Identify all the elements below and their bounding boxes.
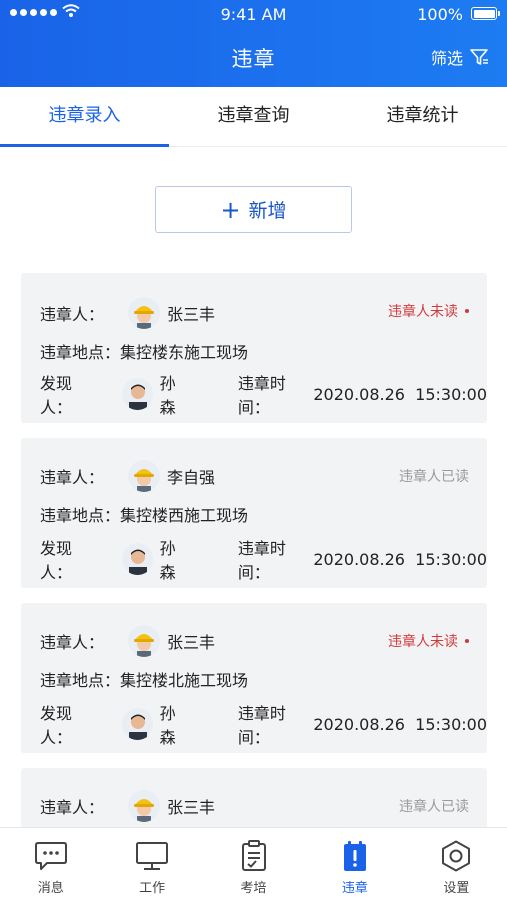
worker-avatar xyxy=(128,460,161,492)
monitor-icon xyxy=(136,842,169,870)
read-status: 违章人未读 xyxy=(388,301,469,321)
battery-percent: 100% xyxy=(417,5,463,24)
message-icon xyxy=(34,842,67,870)
worker-avatar xyxy=(128,625,161,657)
discoverer-avatar xyxy=(122,378,153,410)
location-label: 违章地点： xyxy=(40,671,121,690)
plus-icon: + xyxy=(220,195,241,224)
tab-bar: 违章录入 违章查询 违章统计 xyxy=(0,87,507,147)
worker-avatar xyxy=(128,297,161,329)
violator-label: 违章人： xyxy=(40,305,105,324)
unread-dot xyxy=(465,639,469,643)
unread-dot xyxy=(465,309,469,313)
violator-label: 违章人： xyxy=(40,798,105,817)
violator-name: 张三丰 xyxy=(167,633,216,652)
add-button-label: 新增 xyxy=(248,200,287,222)
discoverer-avatar xyxy=(122,708,153,740)
tab-violation-query[interactable]: 违章查询 xyxy=(169,87,338,146)
nav-label: 消息 xyxy=(37,881,64,896)
battery-icon xyxy=(471,7,500,20)
nav-label: 设置 xyxy=(443,881,470,896)
read-status-text: 违章人未读 xyxy=(388,634,458,650)
location-value: 集控楼东施工现场 xyxy=(120,343,249,362)
nav-training[interactable]: 考培 xyxy=(203,828,304,900)
nav-label: 工作 xyxy=(139,881,166,896)
tab-violation-stats[interactable]: 违章统计 xyxy=(338,87,507,146)
filter-label: 筛选 xyxy=(430,49,463,68)
worker-avatar xyxy=(128,790,161,822)
violation-card[interactable]: 违章人： 李自强 违章人已读 违章地点： 集控楼西施工现场 发现人： 孙森 违章… xyxy=(21,438,487,588)
violation-card[interactable]: 违章人： 张三丰 违章人未读 违章地点： 集控楼东施工现场 发现人： 孙森 违章… xyxy=(21,273,487,423)
violation-icon xyxy=(343,841,366,871)
nav-messages[interactable]: 消息 xyxy=(0,828,101,900)
violator-label: 违章人： xyxy=(40,633,105,652)
violator-name: 张三丰 xyxy=(167,305,216,324)
time-label: 违章时间： xyxy=(237,374,286,417)
location-label: 违章地点： xyxy=(40,506,121,525)
add-button[interactable]: + 新增 xyxy=(155,186,352,233)
nav-label: 违章 xyxy=(341,881,368,896)
read-status-text: 违章人未读 xyxy=(388,304,458,320)
location-value: 集控楼北施工现场 xyxy=(120,671,249,690)
tab-violation-entry[interactable]: 违章录入 xyxy=(0,87,169,147)
read-status-text: 违章人已读 xyxy=(399,799,469,815)
filter-button[interactable]: 筛选 xyxy=(431,45,489,69)
location-label: 违章地点： xyxy=(40,343,121,362)
read-status: 违章人已读 xyxy=(399,466,469,486)
header-bar: 9:41 AM 100% 违章 筛选 xyxy=(0,0,507,87)
time-label: 违章时间： xyxy=(237,704,286,747)
violator-label: 违章人： xyxy=(40,468,105,487)
bottom-nav: 消息 工作 考培 违章 设置 xyxy=(0,827,507,900)
discoverer-label: 发现人： xyxy=(40,539,73,582)
location-value: 集控楼西施工现场 xyxy=(120,506,249,525)
discoverer-name: 孙森 xyxy=(159,374,176,417)
time-value: 2020.08.26 15:30:00 xyxy=(313,384,487,404)
discoverer-label: 发现人： xyxy=(40,374,73,417)
violator-name: 张三丰 xyxy=(167,798,216,817)
discoverer-label: 发现人： xyxy=(40,704,73,747)
violation-card[interactable]: 违章人： 张三丰 违章人未读 违章地点： 集控楼北施工现场 发现人： 孙森 违章… xyxy=(21,603,487,753)
violation-card[interactable]: 违章人： 张三丰 违章人已读 xyxy=(21,768,487,827)
time-value: 2020.08.26 15:30:00 xyxy=(313,549,487,569)
nav-label: 考培 xyxy=(240,881,267,896)
discoverer-name: 孙森 xyxy=(159,704,176,747)
settings-icon xyxy=(442,840,471,872)
discoverer-avatar xyxy=(122,543,153,575)
status-bar: 9:41 AM 100% xyxy=(0,0,507,28)
filter-icon xyxy=(470,49,488,65)
discoverer-name: 孙森 xyxy=(159,539,176,582)
nav-violation[interactable]: 违章 xyxy=(304,828,405,900)
time-value: 2020.08.26 15:30:00 xyxy=(313,714,487,734)
clipboard-icon xyxy=(241,840,266,871)
time-label: 违章时间： xyxy=(237,539,286,582)
violator-name: 李自强 xyxy=(167,468,216,487)
nav-work[interactable]: 工作 xyxy=(101,828,202,900)
nav-settings[interactable]: 设置 xyxy=(406,828,507,900)
read-status: 违章人已读 xyxy=(399,796,469,816)
read-status: 违章人未读 xyxy=(388,631,469,651)
read-status-text: 违章人已读 xyxy=(399,469,469,485)
